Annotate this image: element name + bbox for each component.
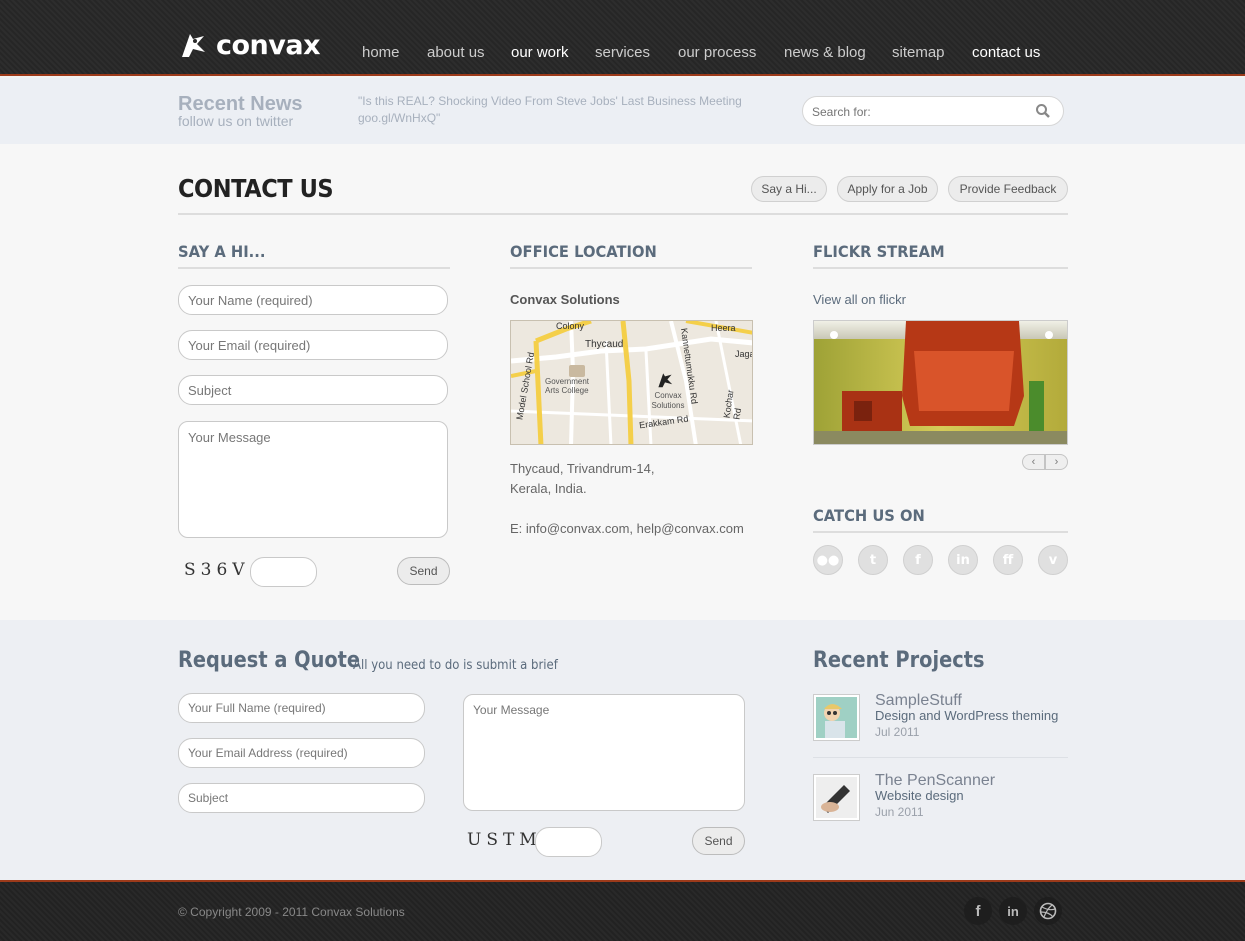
- title-divider: [178, 213, 1068, 215]
- search-box: [802, 96, 1064, 126]
- vimeo-icon[interactable]: v: [1038, 545, 1068, 575]
- project-thumbnail[interactable]: [813, 694, 860, 741]
- linkedin-icon[interactable]: in: [999, 897, 1027, 925]
- twitter-follow-link[interactable]: follow us on twitter: [178, 113, 293, 129]
- quote-fullname-field[interactable]: Your Full Name (required): [178, 693, 425, 723]
- flickr-heading: FLICKR STREAM: [813, 242, 945, 261]
- say-hi-heading: SAY A HI...: [178, 242, 266, 261]
- address-line-2: Kerala, India.: [510, 481, 587, 496]
- copyright-text: © Copyright 2009 - 2011 Convax Solutions: [178, 905, 405, 919]
- nav-sitemap[interactable]: sitemap: [892, 44, 945, 61]
- chevron-left-icon: ‹: [1031, 456, 1036, 468]
- catch-us-heading: CATCH US ON: [813, 506, 925, 525]
- nav-about-us[interactable]: about us: [427, 44, 485, 61]
- nav-services[interactable]: services: [595, 44, 650, 61]
- projects-divider: [813, 757, 1068, 758]
- office-location-heading: OFFICE LOCATION: [510, 242, 657, 261]
- convax-logo-icon: [182, 34, 205, 57]
- email-field[interactable]: Your Email (required): [178, 330, 448, 360]
- map-label-convax: Convax Solutions: [651, 391, 685, 410]
- message-field[interactable]: Your Message: [178, 421, 448, 538]
- project-date: Jun 2011: [875, 805, 924, 819]
- provide-feedback-button[interactable]: Provide Feedback: [948, 176, 1068, 202]
- address-line-1: Thycaud, Trivandrum-14,: [510, 461, 655, 476]
- project-date: Jul 2011: [875, 725, 920, 739]
- flickr-divider: [813, 267, 1068, 269]
- nav-news-blog[interactable]: news & blog: [784, 44, 866, 61]
- page-title: CONTACT US: [178, 174, 334, 203]
- captcha-text: S36V: [184, 560, 250, 580]
- map-label-jaga: Jaga: [735, 349, 753, 359]
- facebook-icon[interactable]: f: [964, 897, 992, 925]
- subject-field[interactable]: Subject: [178, 375, 448, 405]
- map-label-thycaud: Thycaud: [585, 339, 624, 350]
- project-desc: Design and WordPress theming: [875, 708, 1059, 723]
- flickr-icon[interactable]: ●●: [813, 545, 843, 575]
- flickr-photo[interactable]: [813, 320, 1068, 445]
- quote-captcha-text: USTM: [467, 830, 542, 850]
- map-label-college: Government Arts College: [545, 377, 590, 395]
- send-button[interactable]: Send: [397, 557, 450, 585]
- nav-our-work[interactable]: our work: [511, 44, 569, 61]
- name-field[interactable]: Your Name (required): [178, 285, 448, 315]
- company-name: Convax Solutions: [510, 292, 620, 307]
- dribbble-icon[interactable]: [1034, 897, 1062, 925]
- quote-message-field[interactable]: Your Message: [463, 694, 745, 811]
- project-thumbnail[interactable]: [813, 774, 860, 821]
- linkedin-icon[interactable]: in: [948, 545, 978, 575]
- quote-email-field[interactable]: Your Email Address (required): [178, 738, 425, 768]
- apply-job-button[interactable]: Apply for a Job: [837, 176, 938, 202]
- map-label-colony: Colony: [556, 321, 585, 331]
- flickr-prev-button[interactable]: ‹: [1022, 454, 1045, 470]
- nav-our-process[interactable]: our process: [678, 44, 756, 61]
- logo[interactable]: convax: [178, 28, 321, 62]
- quote-captcha-input[interactable]: [535, 827, 602, 857]
- recent-projects-title: Recent Projects: [813, 648, 985, 673]
- view-flickr-link[interactable]: View all on flickr: [813, 292, 906, 307]
- nav-contact-us[interactable]: contact us: [972, 44, 1040, 61]
- captcha-input[interactable]: [250, 557, 317, 587]
- search-icon[interactable]: [1035, 103, 1051, 124]
- request-quote-title: Request a Quote: [178, 648, 361, 673]
- quote-send-button[interactable]: Send: [692, 827, 745, 855]
- facebook-icon[interactable]: f: [903, 545, 933, 575]
- request-quote-subtitle: All you need to do is submit a brief: [353, 658, 558, 673]
- office-map[interactable]: Colony Thycaud Heera Jaga Model School R…: [510, 320, 753, 445]
- map-label-heera: Heera: [711, 323, 736, 333]
- office-divider: [510, 267, 752, 269]
- flickr-next-button[interactable]: ›: [1045, 454, 1068, 470]
- logo-text: convax: [216, 29, 321, 61]
- twitter-icon[interactable]: t: [858, 545, 888, 575]
- quote-subject-field[interactable]: Subject: [178, 783, 425, 813]
- catch-us-divider: [813, 531, 1068, 533]
- friendfeed-icon[interactable]: ff: [993, 545, 1023, 575]
- search-input[interactable]: [812, 103, 1027, 121]
- contact-emails[interactable]: E: info@convax.com, help@convax.com: [510, 521, 744, 536]
- nav-home[interactable]: home: [362, 44, 400, 61]
- project-desc: Website design: [875, 788, 964, 803]
- latest-tweet[interactable]: "Is this REAL? Shocking Video From Steve…: [358, 93, 768, 127]
- college-marker-icon: [569, 365, 585, 377]
- say-hi-button[interactable]: Say a Hi...: [751, 176, 827, 202]
- say-hi-divider: [178, 267, 450, 269]
- chevron-right-icon: ›: [1054, 456, 1059, 468]
